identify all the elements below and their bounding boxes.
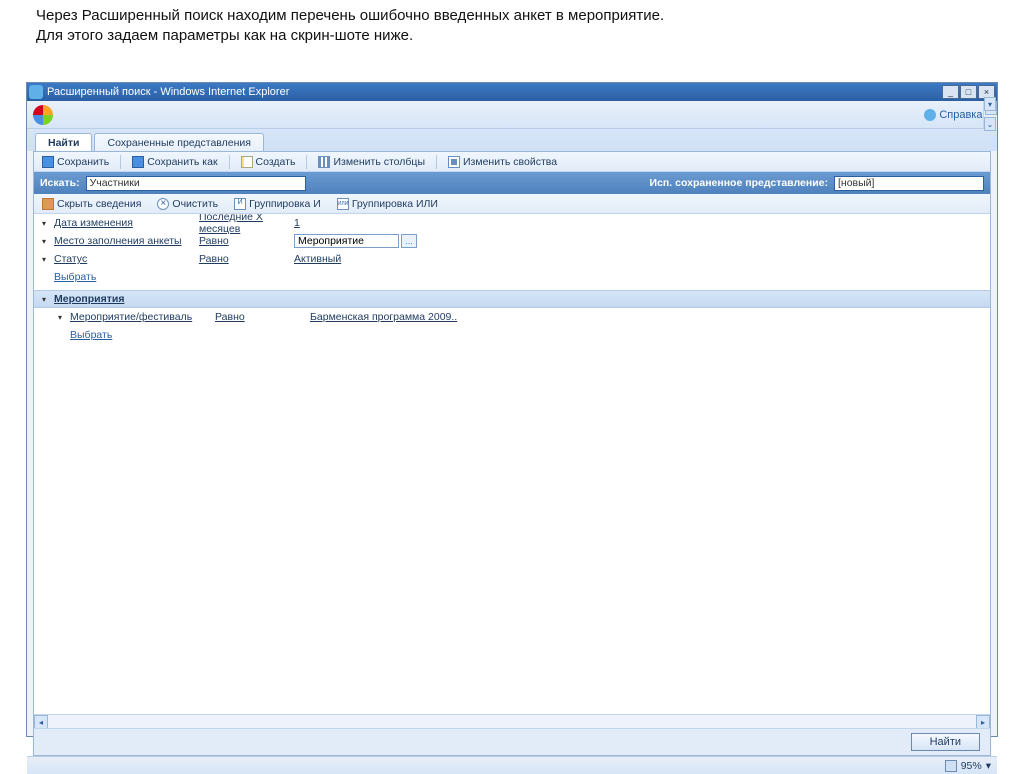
- scroll-track[interactable]: [48, 715, 976, 728]
- field-link[interactable]: Мероприятие/фестиваль: [70, 311, 215, 323]
- status-bar: 95% ▾: [27, 756, 997, 774]
- saved-view-select[interactable]: [834, 176, 984, 191]
- tab-saved-views[interactable]: Сохраненные представления: [94, 133, 263, 151]
- zoom-value: 95%: [961, 760, 982, 772]
- field-link[interactable]: Дата изменения: [54, 217, 199, 229]
- select-field-link[interactable]: Выбрать: [34, 268, 990, 286]
- ie-icon: [29, 85, 43, 99]
- toolbar-primary: Сохранить Сохранить как Создать Изменить…: [34, 152, 990, 172]
- criteria-row-3: ▾ Статус Равно Активный: [34, 250, 990, 268]
- horizontal-scrollbar[interactable]: ◂ ▸: [34, 714, 990, 728]
- search-row: Искать: Исп. сохраненное представление:: [34, 172, 990, 194]
- tabs-row: Найти Сохраненные представления: [27, 129, 997, 151]
- criteria-row-2: ▾ Место заполнения анкеты Равно …: [34, 232, 990, 250]
- help-icon: [924, 109, 936, 121]
- scroll-left-button[interactable]: ◂: [34, 715, 48, 729]
- value-link[interactable]: Барменская программа 2009..: [310, 311, 457, 323]
- minimize-button[interactable]: _: [942, 85, 959, 99]
- operator-link[interactable]: Равно: [199, 235, 294, 247]
- page-scrollbar[interactable]: ▴ ▾ ⌄: [983, 101, 997, 129]
- edit-columns-button[interactable]: Изменить столбцы: [314, 155, 429, 169]
- instruction-line1: Через Расширенный поиск находим перечень…: [36, 6, 664, 26]
- instruction-text: Через Расширенный поиск находим перечень…: [36, 6, 664, 47]
- scroll-down-button[interactable]: ▾: [984, 97, 996, 111]
- help-label: Справка: [939, 109, 982, 121]
- save-icon: [42, 156, 54, 168]
- group-name-link[interactable]: Мероприятия: [54, 293, 124, 305]
- group-and-button[interactable]: Группировка И: [230, 197, 325, 211]
- main-panel: Сохранить Сохранить как Создать Изменить…: [33, 151, 991, 756]
- group-or-icon: [337, 198, 349, 210]
- titlebar: Расширенный поиск - Windows Internet Exp…: [27, 83, 997, 101]
- new-button[interactable]: Создать: [237, 155, 300, 169]
- new-icon: [241, 156, 253, 168]
- row-menu-icon[interactable]: ▾: [42, 255, 50, 264]
- entity-select[interactable]: [86, 176, 306, 191]
- row-menu-icon[interactable]: ▾: [42, 219, 50, 228]
- value-input[interactable]: [294, 234, 399, 248]
- clear-icon: [157, 198, 169, 210]
- crm-logo-icon: [33, 105, 53, 125]
- ie-window: Расширенный поиск - Windows Internet Exp…: [26, 82, 998, 737]
- saveas-button[interactable]: Сохранить как: [128, 155, 221, 169]
- lookup-button[interactable]: …: [401, 234, 417, 248]
- columns-icon: [318, 156, 330, 168]
- header-bar: Справка ▾: [27, 101, 997, 129]
- operator-link[interactable]: Равно: [215, 311, 310, 323]
- zoom-chevron-icon[interactable]: ▾: [986, 760, 991, 772]
- properties-icon: [448, 156, 460, 168]
- criteria-row-1: ▾ Дата изменения Последние X месяцев 1: [34, 214, 990, 232]
- search-label: Искать:: [40, 177, 80, 189]
- edit-properties-button[interactable]: Изменить свойства: [444, 155, 561, 169]
- group-header: ▾ Мероприятия: [34, 290, 990, 308]
- group-and-icon: [234, 198, 246, 210]
- operator-link[interactable]: Равно: [199, 253, 294, 265]
- value-link[interactable]: Активный: [294, 253, 341, 265]
- clear-button[interactable]: Очистить: [153, 197, 222, 211]
- criteria-area: ▾ Дата изменения Последние X месяцев 1 ▾…: [34, 214, 990, 729]
- row-menu-icon[interactable]: ▾: [42, 237, 50, 246]
- scroll-right-button[interactable]: ▸: [976, 715, 990, 729]
- toolbar-secondary: Скрыть сведения Очистить Группировка И Г…: [34, 194, 990, 214]
- group-or-button[interactable]: Группировка ИЛИ: [333, 197, 442, 211]
- help-link[interactable]: Справка ▾: [924, 108, 991, 121]
- group-menu-icon[interactable]: ▾: [42, 295, 50, 304]
- field-link[interactable]: Статус: [54, 253, 199, 265]
- find-button[interactable]: Найти: [911, 733, 980, 751]
- scroll-expand-button[interactable]: ⌄: [984, 117, 996, 131]
- maximize-button[interactable]: □: [960, 85, 977, 99]
- tab-find[interactable]: Найти: [35, 133, 92, 151]
- hide-details-button[interactable]: Скрыть сведения: [38, 197, 145, 211]
- footer-bar: Найти: [34, 729, 990, 755]
- hide-icon: [42, 198, 54, 210]
- saveas-icon: [132, 156, 144, 168]
- saved-view-label: Исп. сохраненное представление:: [650, 177, 828, 189]
- operator-link[interactable]: Последние X месяцев: [199, 214, 294, 235]
- save-button[interactable]: Сохранить: [38, 155, 113, 169]
- field-link[interactable]: Место заполнения анкеты: [54, 235, 199, 247]
- zoom-icon: [945, 760, 957, 772]
- row-menu-icon[interactable]: ▾: [58, 313, 66, 322]
- value-link[interactable]: 1: [294, 217, 300, 229]
- criteria-row-4: ▾ Мероприятие/фестиваль Равно Барменская…: [34, 308, 990, 326]
- window-title: Расширенный поиск - Windows Internet Exp…: [47, 86, 289, 98]
- instruction-line2: Для этого задаем параметры как на скрин-…: [36, 26, 664, 46]
- select-field-link-2[interactable]: Выбрать: [34, 326, 990, 344]
